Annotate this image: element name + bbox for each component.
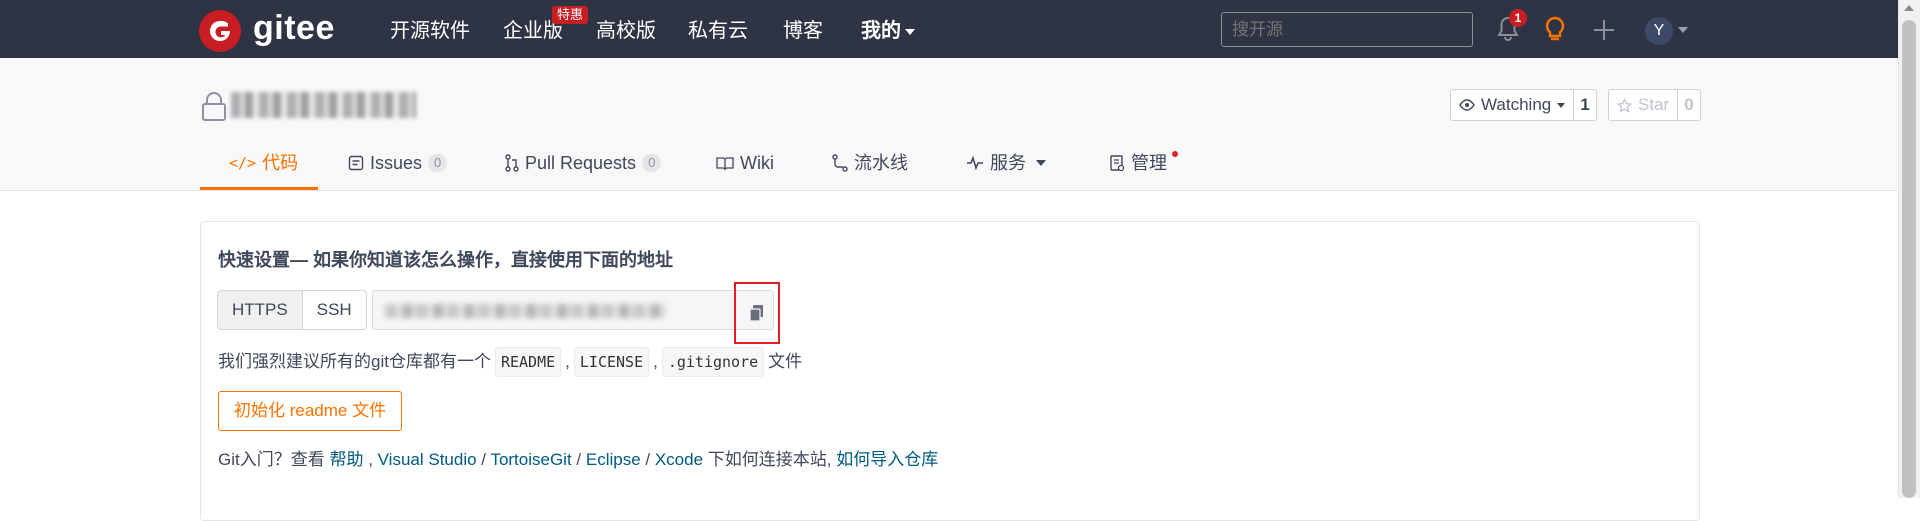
search-input[interactable] xyxy=(1221,12,1473,47)
quick-setup-title: 快速设置— 如果你知道该怎么操作，直接使用下面的地址 xyxy=(218,250,673,270)
tab-services-label: 服务 xyxy=(990,153,1026,173)
tool-link-visual-studio[interactable]: Visual Studio xyxy=(378,450,477,469)
tab-code[interactable]: </> 代码 xyxy=(229,150,298,176)
help-middle: 下如何连接本站, xyxy=(707,450,832,469)
tab-code-label: 代码 xyxy=(262,153,299,173)
tab-manage-label: 管理 xyxy=(1131,153,1167,173)
tab-pull-requests[interactable]: Pull Requests 0 xyxy=(505,150,662,176)
watch-label: Watching xyxy=(1481,95,1552,114)
book-icon xyxy=(716,156,734,170)
issues-count: 0 xyxy=(428,154,448,172)
nav-mine[interactable]: 我的 xyxy=(861,18,915,44)
protocol-switch[interactable]: HTTPS SSH xyxy=(217,290,367,330)
protocol-https[interactable]: HTTPS xyxy=(218,291,303,329)
tab-issues[interactable]: Issues 0 xyxy=(348,150,448,176)
nav-education[interactable]: 高校版 xyxy=(596,18,656,44)
pulse-icon xyxy=(967,156,983,170)
protocol-ssh[interactable]: SSH xyxy=(303,291,366,329)
tab-pipeline-label: 流水线 xyxy=(854,153,908,173)
tool-link-eclipse[interactable]: Eclipse xyxy=(586,450,641,469)
star-count[interactable]: 0 xyxy=(1677,90,1699,120)
chevron-down-icon[interactable] xyxy=(1678,27,1688,33)
chevron-down-icon xyxy=(1036,160,1046,166)
help-prefix: Git入门？查看 xyxy=(218,450,325,469)
tab-pull-requests-label: Pull Requests xyxy=(525,153,637,173)
pipeline-icon xyxy=(832,154,848,172)
promo-badge: 特惠 xyxy=(552,6,589,24)
star-icon xyxy=(1617,97,1632,113)
chevron-down-icon xyxy=(1557,102,1566,108)
readme-hint: 我们强烈建议所有的git仓库都有一个 README, LICENSE, .gitign… xyxy=(218,347,802,377)
tab-wiki[interactable]: Wiki xyxy=(716,150,774,176)
tool-link-xcode[interactable]: Xcode xyxy=(655,450,703,469)
help-line: Git入门？查看 帮助 , Visual Studio / TortoiseGi… xyxy=(218,450,939,469)
gitee-logo-icon[interactable] xyxy=(199,10,241,52)
star-label: Star xyxy=(1638,95,1670,114)
plus-icon[interactable] xyxy=(1592,18,1616,47)
tab-manage[interactable]: 管理 xyxy=(1110,150,1167,176)
help-link[interactable]: 帮助 xyxy=(329,450,363,469)
import-repo-link[interactable]: 如何导入仓库 xyxy=(836,450,938,469)
hint-file-readme: README xyxy=(494,347,562,377)
code-icon: </> xyxy=(229,154,257,172)
notification-count-badge: 1 xyxy=(1509,9,1527,27)
hint-file-gitignore: .gitignore xyxy=(661,347,765,377)
avatar[interactable]: Y xyxy=(1645,17,1673,45)
hint-file-license: LICENSE xyxy=(573,347,650,377)
pull-request-icon xyxy=(505,154,519,172)
nav-open-source[interactable]: 开源软件 xyxy=(390,18,470,44)
tab-services[interactable]: 服务 xyxy=(966,150,1046,176)
clone-url-redacted xyxy=(385,304,665,318)
nav-private-cloud[interactable]: 私有云 xyxy=(688,18,748,44)
manage-icon xyxy=(1110,154,1125,171)
copy-button[interactable] xyxy=(734,282,780,344)
manage-alert-dot xyxy=(1172,151,1178,157)
issues-icon xyxy=(348,155,364,171)
tab-pipeline[interactable]: 流水线 xyxy=(832,150,908,176)
tab-wiki-label: Wiki xyxy=(740,153,774,173)
watch-count[interactable]: 1 xyxy=(1573,90,1595,120)
brand-name[interactable]: gitee xyxy=(253,8,335,48)
eye-icon xyxy=(1459,99,1475,111)
watch-button[interactable]: Watching 1 xyxy=(1450,89,1597,121)
lightbulb-icon[interactable] xyxy=(1543,15,1567,50)
pull-requests-count: 0 xyxy=(642,154,662,172)
scrollbar-thumb[interactable] xyxy=(1902,20,1916,498)
tab-issues-label: Issues xyxy=(370,153,423,173)
repo-name-redacted[interactable] xyxy=(231,92,416,118)
scroll-up-arrow-icon[interactable] xyxy=(1904,5,1914,11)
tool-link-tortoisegit[interactable]: TortoiseGit xyxy=(490,450,571,469)
hint-prefix: 我们强烈建议所有的git仓库都有一个 xyxy=(218,352,491,371)
hint-suffix: 文件 xyxy=(768,352,803,371)
nav-blog[interactable]: 博客 xyxy=(783,18,823,44)
copy-icon xyxy=(749,305,763,322)
lock-icon xyxy=(201,91,227,126)
chevron-down-icon xyxy=(905,28,915,35)
active-tab-indicator xyxy=(200,187,318,190)
star-button[interactable]: Star 0 xyxy=(1608,89,1701,121)
nav-mine-label: 我的 xyxy=(861,20,901,42)
init-readme-button[interactable]: 初始化 readme 文件 xyxy=(218,391,403,431)
